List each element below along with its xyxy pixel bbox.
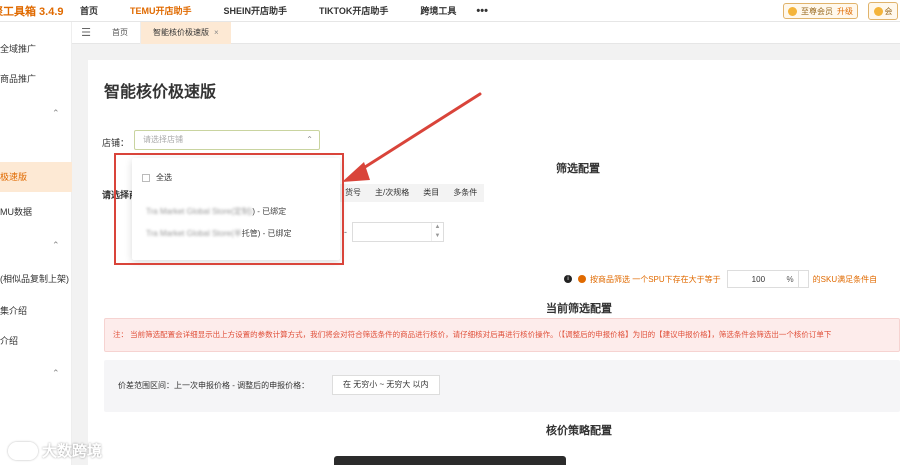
crown-icon — [873, 6, 883, 16]
note-box: 注： 当前筛选配置会详细显示出上方设置的参数计算方式，我们将会对符合筛选条件的商… — [104, 318, 900, 352]
vip-button[interactable]: 至尊会员 升级 — [783, 3, 858, 19]
tab-home[interactable]: 首页 — [100, 22, 140, 44]
range-dash: - — [344, 227, 347, 237]
section-current-config: 当前筛选配置 — [546, 303, 612, 315]
member-label: 会 — [884, 6, 893, 16]
sku-percent-unit: % — [786, 274, 794, 284]
sku-percent-input[interactable]: 100 % — [726, 270, 799, 288]
nav-shein[interactable]: SHEIN开店助手 — [224, 4, 288, 17]
range-max-input[interactable]: ▲ ▼ — [352, 222, 444, 242]
vip-label: 至尊会员 — [801, 6, 833, 16]
chevron-up-icon[interactable]: ⌃ — [52, 240, 60, 251]
bottom-toolbar — [334, 456, 566, 465]
sidebar-item-speed[interactable]: 极速版 — [0, 162, 72, 192]
store-select[interactable]: 请选择店铺 ⌃ — [134, 130, 320, 150]
price-range-box: 价差范围区间：上一次申报价格 - 调整后的申报价格： 在 无穷小 ~ 无穷大 以… — [104, 360, 900, 412]
app-brand: 聚工具箱 3.4.9 — [0, 5, 64, 18]
stepper-icon[interactable] — [798, 270, 809, 288]
sidebar-item-intro-a[interactable]: 集介绍 — [0, 304, 72, 317]
sidebar-item-product-promo[interactable]: 商品推广 — [0, 72, 72, 85]
chevron-up-icon[interactable]: ⌃ — [52, 108, 60, 119]
sidebar-item-intro-b[interactable]: 介绍 — [0, 334, 72, 347]
sku-text-suffix: 的SKU满足条件自 — [812, 274, 878, 284]
highlight-box — [114, 153, 344, 265]
sku-percent-value: 100 — [751, 274, 766, 284]
nav-tiktok[interactable]: TIKTOK开店助手 — [319, 4, 388, 17]
more-icon[interactable]: ••• — [476, 5, 488, 17]
sidebar: 全域推广 商品推广 ⌃ 极速版 MU数据 ⌃ (相似品复制上架) 集介绍 介绍 … — [0, 22, 72, 465]
close-icon[interactable]: × — [214, 28, 219, 37]
nav-home[interactable]: 首页 — [80, 4, 98, 17]
watermark-text: 大数跨境 — [42, 443, 103, 460]
sku-text-prefix: 按商品筛选 一个SPU下存在大于等于 — [590, 274, 721, 284]
price-range-label: 价差范围区间：上一次申报价格 - 调整后的申报价格： — [118, 381, 310, 390]
sidebar-item-copy-listing[interactable]: (相似品复制上架) — [0, 272, 72, 285]
sidebar-item-mu-data[interactable]: MU数据 — [0, 205, 72, 218]
tab-smart-pricing[interactable]: 智能核价极速版 × — [140, 21, 231, 44]
store-label: 店铺： — [102, 138, 130, 148]
chevron-up-icon: ⌃ — [306, 135, 313, 144]
stepper-icon[interactable]: ▲ ▼ — [431, 223, 443, 241]
top-nav: 聚工具箱 3.4.9 首页 TEMU开店助手 SHEIN开店助手 TIKTOK开… — [0, 0, 900, 22]
tab-label: 智能核价极速版 — [153, 27, 209, 37]
store-placeholder: 请选择店铺 — [143, 135, 183, 144]
tab-bar: ☰ 首页 智能核价极速版 × — [72, 21, 900, 44]
section-filter-config: 筛选配置 — [556, 163, 600, 175]
annotation-arrow-icon — [342, 92, 482, 182]
nav-temu[interactable]: TEMU开店助手 — [130, 4, 192, 17]
crown-icon — [788, 6, 797, 16]
menu-toggle-icon[interactable]: ☰ — [72, 26, 100, 39]
info-icon: i — [564, 275, 572, 283]
sku-filter-row: i 按商品筛选 一个SPU下存在大于等于 100 % 的SKU满足条件自 — [564, 270, 877, 288]
watermark: 大数跨境 — [8, 440, 102, 461]
section-strategy-config: 核价策略配置 — [546, 425, 612, 437]
page-title: 智能核价极速版 — [104, 84, 217, 101]
chevron-up-icon[interactable]: ⌃ — [52, 368, 60, 379]
logo-icon — [8, 441, 38, 460]
vip-upgrade: 升级 — [837, 6, 853, 16]
radio-icon[interactable] — [578, 275, 586, 283]
sidebar-item-global-promo[interactable]: 全域推广 — [0, 42, 72, 55]
nav-tools[interactable]: 跨境工具 — [420, 4, 456, 17]
member-button[interactable]: 会 — [868, 2, 898, 20]
price-range-value[interactable]: 在 无穷小 ~ 无穷大 以内 — [332, 375, 440, 395]
